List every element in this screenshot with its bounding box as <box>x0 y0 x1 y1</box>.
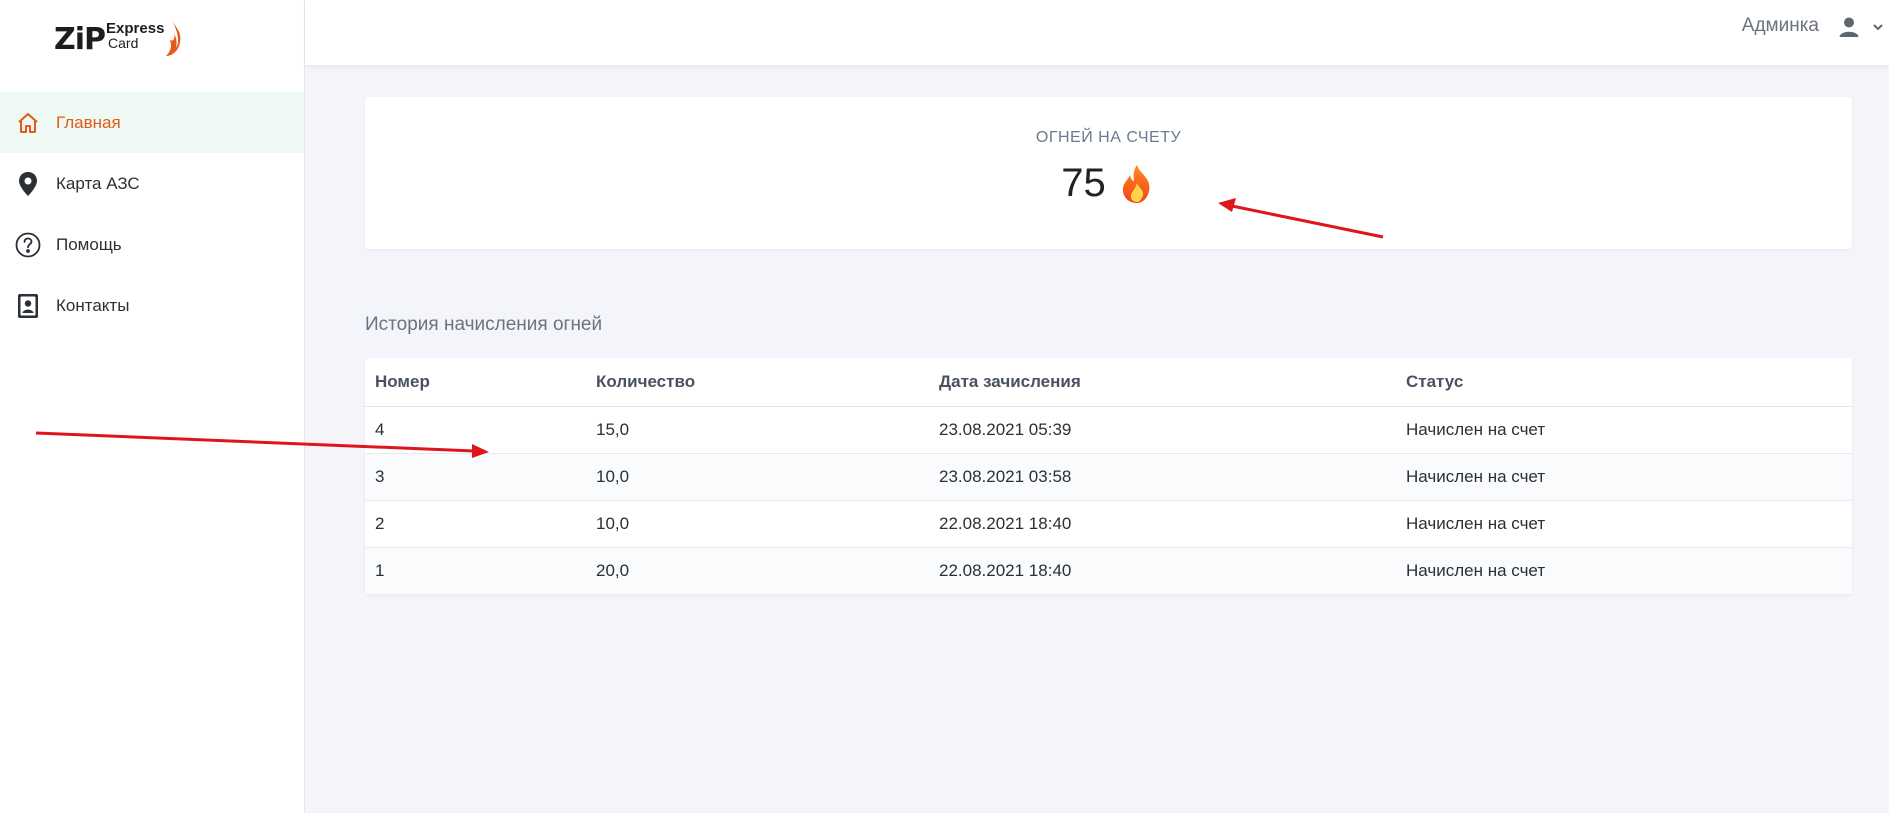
cell-number: 1 <box>365 547 586 594</box>
sidebar-item-label: Помощь <box>56 234 122 254</box>
top-bar: Админка <box>305 0 1889 65</box>
history-table: Номер Количество Дата зачисления Статус … <box>365 358 1852 594</box>
cell-date: 23.08.2021 05:39 <box>929 406 1396 454</box>
column-header-status[interactable]: Статус <box>1396 358 1852 407</box>
balance-value: 75 <box>1061 161 1106 205</box>
cell-amount: 10,0 <box>586 453 929 501</box>
balance-card: ОГНЕЙ НА СЧЕТУ 75 <box>365 97 1852 249</box>
sidebar-item-help[interactable]: Помощь <box>0 214 304 275</box>
cell-amount: 10,0 <box>586 500 929 548</box>
sidebar: ZiP Express Card Главная Карта АЗС Помощ… <box>0 0 305 813</box>
help-circle-icon <box>14 231 42 259</box>
cell-number: 3 <box>365 453 586 501</box>
user-name[interactable]: Админка <box>1742 15 1819 37</box>
logo-flame-icon <box>166 20 181 56</box>
balance-title: ОГНЕЙ НА СЧЕТУ <box>1035 129 1182 146</box>
history-title: История начисления огней <box>365 314 603 335</box>
cell-date: 22.08.2021 18:40 <box>929 547 1396 594</box>
table-header-row: Номер Количество Дата зачисления Статус <box>365 358 1852 407</box>
cell-date: 22.08.2021 18:40 <box>929 500 1396 548</box>
cell-number: 2 <box>365 500 586 548</box>
cell-amount: 20,0 <box>586 547 929 594</box>
sidebar-item-gas-map[interactable]: Карта АЗС <box>0 153 304 214</box>
table-row: 3 10,0 23.08.2021 03:58 Начислен на счет <box>365 453 1852 501</box>
cell-status: Начислен на счет <box>1396 547 1852 594</box>
table-row: 1 20,0 22.08.2021 18:40 Начислен на счет <box>365 547 1852 594</box>
user-menu-button[interactable] <box>1837 12 1889 42</box>
sidebar-item-label: Карта АЗС <box>56 173 140 193</box>
cell-amount: 15,0 <box>586 406 929 454</box>
sidebar-nav: Главная Карта АЗС Помощь Контакты <box>0 92 304 336</box>
column-header-amount[interactable]: Количество <box>586 358 929 407</box>
map-pin-icon <box>14 170 42 198</box>
home-icon <box>14 109 42 137</box>
table-row: 2 10,0 22.08.2021 18:40 Начислен на счет <box>365 500 1852 548</box>
logo-card: Card <box>108 35 139 51</box>
cell-status: Начислен на счет <box>1396 500 1852 548</box>
sidebar-item-home[interactable]: Главная <box>0 92 304 153</box>
sidebar-item-label: Главная <box>56 112 121 132</box>
cell-number: 4 <box>365 406 586 454</box>
logo-text: ZiP <box>54 21 106 57</box>
user-icon <box>1839 17 1859 37</box>
contact-card-icon <box>14 292 42 320</box>
column-header-date[interactable]: Дата зачисления <box>929 358 1396 407</box>
cell-status: Начислен на счет <box>1396 453 1852 501</box>
column-header-number[interactable]: Номер <box>365 358 586 407</box>
chevron-down-icon <box>1873 24 1883 31</box>
sidebar-item-label: Контакты <box>56 295 130 315</box>
cell-date: 23.08.2021 03:58 <box>929 453 1396 501</box>
fire-icon <box>1122 164 1150 203</box>
cell-status: Начислен на счет <box>1396 406 1852 454</box>
logo-express: Express <box>106 20 165 37</box>
table-row: 4 15,0 23.08.2021 05:39 Начислен на счет <box>365 406 1852 454</box>
brand-logo[interactable]: ZiP Express Card <box>54 18 184 60</box>
sidebar-item-contacts[interactable]: Контакты <box>0 275 304 336</box>
